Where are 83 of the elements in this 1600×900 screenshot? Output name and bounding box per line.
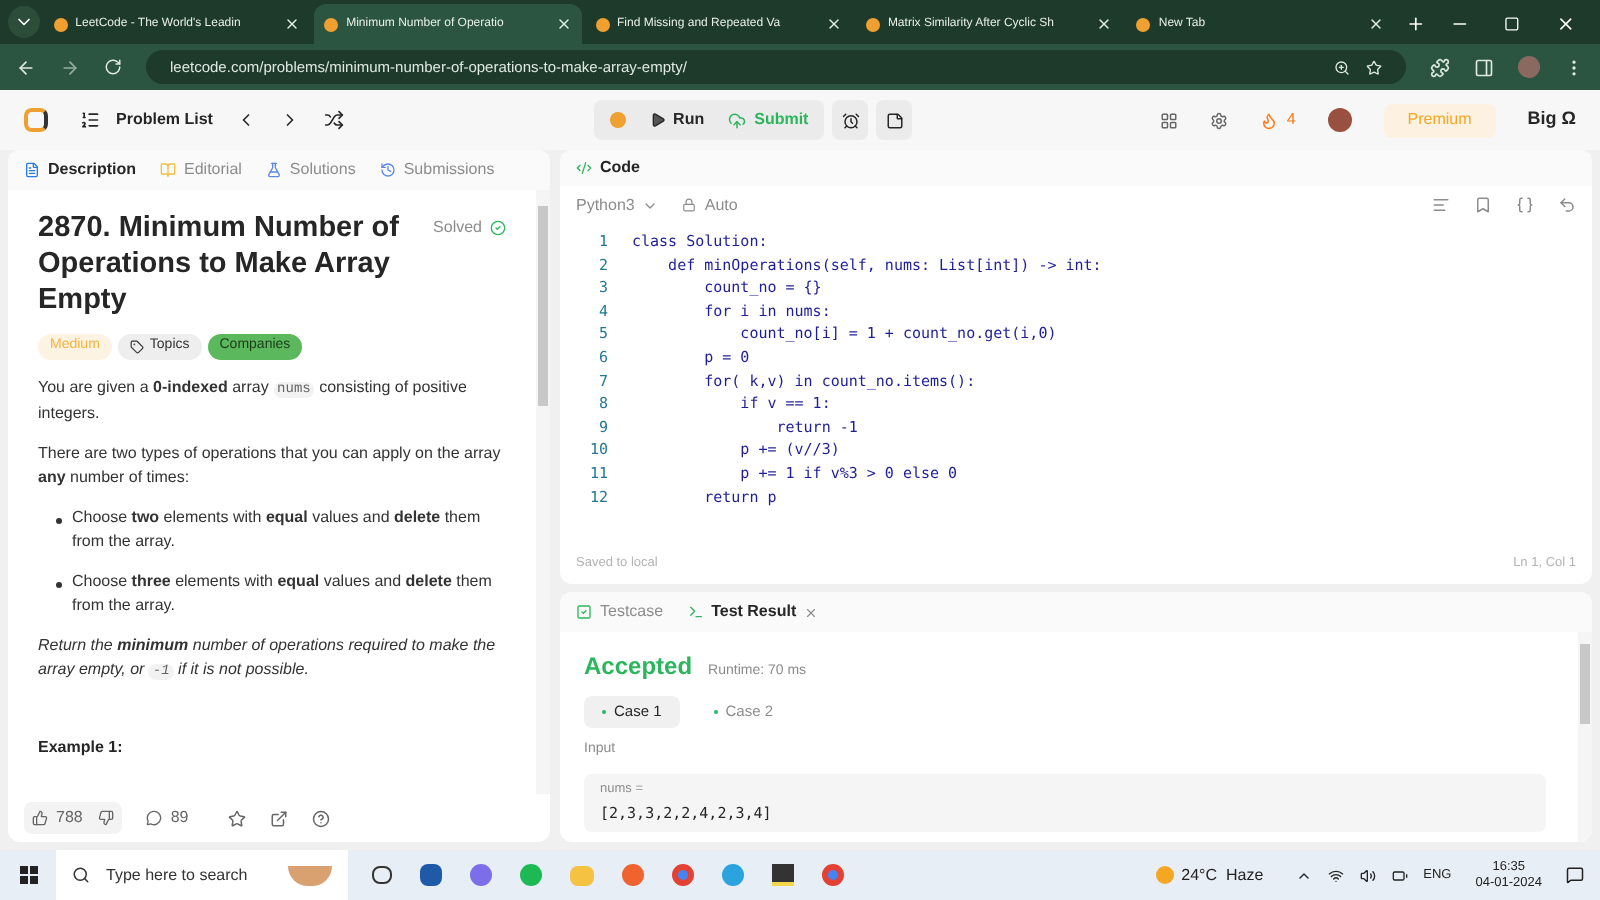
windows-start-icon[interactable]	[19, 866, 37, 884]
site-favicon-icon	[53, 17, 68, 31]
panel-tab[interactable]: Description	[24, 158, 137, 182]
close-icon	[804, 605, 819, 619]
favorite-icon[interactable]	[228, 809, 247, 827]
site-favicon-icon	[324, 17, 339, 31]
maximize-icon[interactable]	[1504, 16, 1521, 32]
tag-icon	[129, 340, 144, 354]
timer-button[interactable]	[832, 100, 869, 140]
close-icon[interactable]	[555, 16, 572, 32]
grid-icon[interactable]	[1160, 111, 1179, 129]
check-circle-icon	[490, 220, 506, 236]
notes-button[interactable]	[876, 100, 913, 140]
code-icon	[576, 160, 592, 176]
description-paragraph: There are two types of operations that you can apply on the array any number of times:	[38, 442, 503, 490]
comments-button[interactable]: 89	[146, 806, 189, 830]
example-heading: Example 1:	[38, 736, 125, 758]
play-icon	[649, 112, 666, 128]
back-icon[interactable]	[16, 57, 36, 77]
wifi-icon[interactable]	[1327, 867, 1344, 883]
site-favicon-icon	[1136, 17, 1151, 31]
list-icon[interactable]	[80, 110, 100, 130]
result-tab[interactable]: Test Result	[687, 600, 819, 624]
search-placeholder: Type here to search	[106, 863, 250, 887]
close-icon[interactable]	[1367, 16, 1384, 32]
new-tab-icon[interactable]	[1405, 14, 1426, 34]
bookmark-icon[interactable]	[1474, 196, 1492, 214]
forward-icon[interactable]	[60, 57, 80, 77]
bullet-text: Choose three elements with equal values and delete them from the array.	[72, 570, 494, 618]
site-favicon-icon	[865, 17, 880, 31]
verdict: Accepted	[584, 650, 693, 684]
document-icon	[24, 162, 40, 178]
notifications-icon[interactable]	[1566, 866, 1584, 884]
lock-icon	[682, 198, 697, 212]
site-favicon-icon	[595, 17, 610, 31]
book-icon	[160, 162, 177, 178]
flask-icon	[265, 162, 282, 178]
battery-icon[interactable]	[1391, 867, 1408, 883]
settings-icon[interactable]	[1210, 111, 1229, 129]
checkbox-icon	[576, 604, 592, 620]
tab-search-button[interactable]	[8, 6, 40, 38]
history-icon	[379, 162, 396, 178]
weather-text: 24°C Haze	[1181, 863, 1264, 887]
task-view-icon[interactable]	[372, 866, 392, 884]
zoom-icon[interactable]	[1334, 59, 1350, 75]
bullet-text: Choose two elements with equal values and delete them from the array.	[72, 506, 483, 554]
thumbs-up-icon	[32, 810, 48, 826]
share-icon[interactable]	[270, 809, 289, 827]
side-panel-icon[interactable]	[1474, 57, 1494, 77]
user-avatar[interactable]	[1327, 108, 1352, 132]
like-button[interactable]: 788	[32, 806, 83, 830]
search-icon	[72, 866, 90, 884]
close-icon[interactable]	[284, 16, 301, 32]
alarm-clock-icon	[841, 111, 860, 129]
username[interactable]: Big Ω	[1527, 106, 1576, 134]
mode-label: Auto	[704, 193, 738, 217]
close-window-icon[interactable]	[1556, 14, 1577, 34]
reload-icon[interactable]	[104, 58, 122, 76]
flame-icon	[1260, 111, 1279, 129]
cloud-upload-icon	[728, 111, 747, 129]
streak-count: 4	[1286, 108, 1296, 132]
note-icon	[885, 111, 904, 129]
volume-icon[interactable]	[1359, 867, 1376, 883]
solved-status: Solved	[433, 216, 506, 240]
language-dropdown[interactable]: Python3	[576, 193, 659, 217]
extensions-icon[interactable]	[1430, 57, 1450, 77]
problem-title: 2870. Minimum Number of Operations to Make Array Empty	[38, 210, 401, 318]
run-button[interactable]: Run	[649, 108, 705, 132]
close-icon[interactable]	[1096, 16, 1113, 32]
problem-list-link[interactable]: Problem List	[116, 108, 213, 132]
close-icon[interactable]	[825, 16, 842, 32]
dislike-icon[interactable]	[98, 810, 115, 826]
logo-icon[interactable]	[24, 108, 48, 132]
speech-bubble-icon	[146, 810, 163, 826]
panel-title: Code	[600, 156, 640, 180]
reset-icon[interactable]	[1558, 196, 1576, 214]
shuffle-icon[interactable]	[324, 110, 345, 130]
format-icon[interactable]	[1432, 196, 1450, 214]
braces-icon[interactable]	[1516, 196, 1534, 214]
bookmark-star-icon[interactable]	[1366, 59, 1382, 75]
terminal-icon	[687, 604, 704, 620]
taskbar-search-field[interactable]: Type here to search	[56, 850, 348, 900]
help-icon[interactable]	[312, 809, 331, 827]
